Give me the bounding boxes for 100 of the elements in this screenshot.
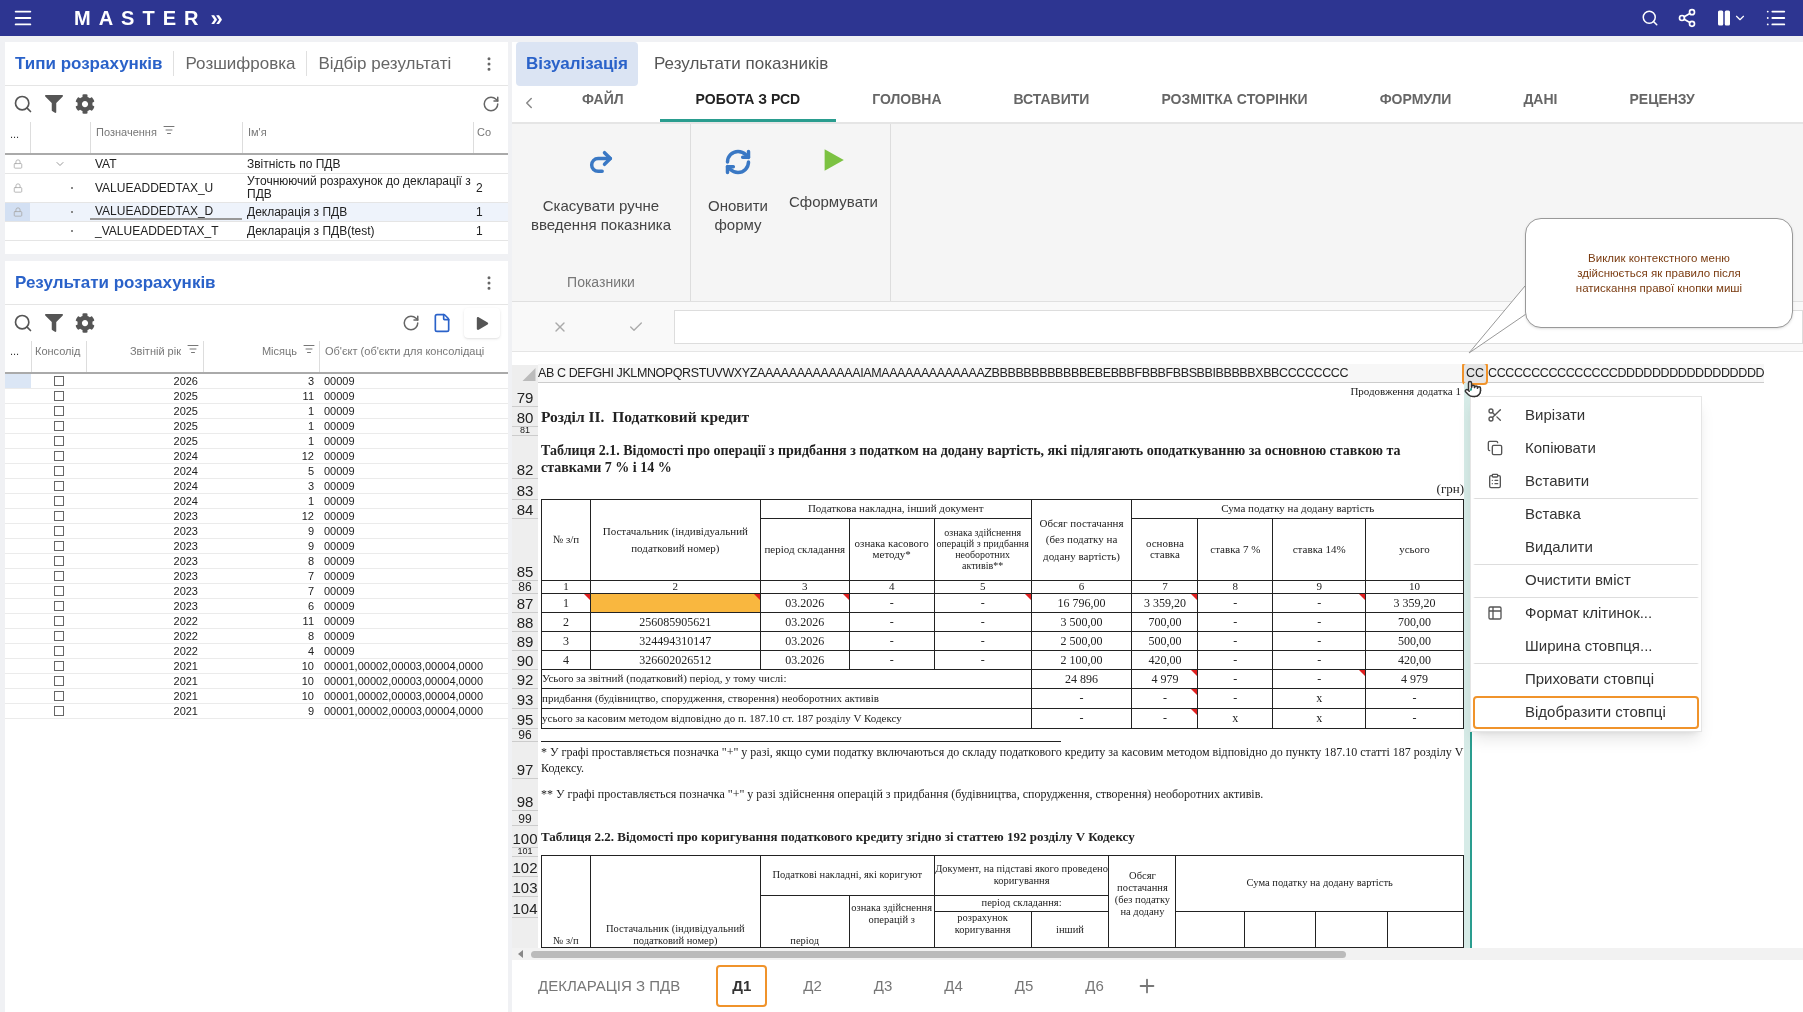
table-cell[interactable]: 500,00: [1365, 631, 1464, 651]
table-cell[interactable]: -: [1272, 631, 1366, 651]
table-cell[interactable]: 16 796,00: [1031, 593, 1132, 613]
checkbox[interactable]: [53, 706, 64, 716]
checkbox[interactable]: [53, 406, 64, 416]
table-cell[interactable]: 500,00: [1131, 631, 1198, 651]
horizontal-scrollbar[interactable]: [531, 950, 1346, 958]
table-cell[interactable]: 700,00: [1365, 612, 1464, 632]
row-number[interactable]: 82: [516, 461, 534, 478]
refresh-icon[interactable]: [482, 95, 500, 113]
row-number[interactable]: 90: [516, 652, 534, 669]
checkbox[interactable]: [53, 586, 64, 596]
settings-icon[interactable]: [75, 313, 95, 333]
table-row[interactable]: 2022 4 00009: [5, 644, 508, 659]
sheet-tab[interactable]: Д1: [716, 964, 768, 1008]
row-number[interactable]: 87: [516, 595, 534, 612]
ribbon-tab[interactable]: РЕЦЕНЗУ: [1593, 89, 1731, 122]
table-cell[interactable]: придбання (будівництво, спорудження, створення) необоротних активів: [541, 688, 1032, 709]
row-number[interactable]: 92: [516, 671, 534, 688]
expand-button[interactable]: »: [210, 1, 223, 35]
checkbox[interactable]: [53, 631, 64, 641]
sheet-tab[interactable]: ДЕКЛАРАЦІЯ З ПДВ: [522, 964, 697, 1008]
row-number[interactable]: 97: [516, 761, 534, 778]
row-number[interactable]: 98: [516, 793, 534, 810]
table-row[interactable]: 2024 1 00009: [5, 494, 508, 509]
table-cell[interactable]: 4: [541, 650, 591, 670]
table-cell[interactable]: x: [1272, 688, 1366, 709]
table-row[interactable]: 2024 5 00009: [5, 464, 508, 479]
checkbox[interactable]: [53, 556, 64, 566]
row-number[interactable]: 99: [518, 813, 532, 825]
table-cell[interactable]: -: [1131, 708, 1198, 729]
sheet-tab[interactable]: Д4: [928, 964, 979, 1008]
checkbox[interactable]: [53, 661, 64, 671]
view-tab[interactable]: Результати показників: [644, 42, 839, 86]
table-cell[interactable]: 420,00: [1365, 650, 1464, 670]
run-button[interactable]: [464, 308, 500, 338]
checkbox[interactable]: [53, 616, 64, 626]
row-number[interactable]: 103: [512, 879, 538, 896]
table-cell[interactable]: 700,00: [1131, 612, 1198, 632]
checkbox[interactable]: [53, 451, 64, 461]
filter-icon[interactable]: [45, 314, 63, 332]
column-header[interactable]: Місяць: [261, 343, 297, 372]
sort-icon[interactable]: [187, 343, 199, 355]
table-row[interactable]: 2023 9 00009: [5, 524, 508, 539]
table-cell[interactable]: x: [1272, 708, 1366, 729]
sort-icon[interactable]: [162, 124, 175, 136]
table-row[interactable]: 2021 9 00001,00002,00003,00004,0000: [5, 704, 508, 719]
ribbon-tab[interactable]: РОЗМІТКА СТОРІНКИ: [1125, 89, 1344, 122]
table-cell[interactable]: x: [1197, 708, 1273, 729]
ribbon-tab[interactable]: ФАЙЛ: [546, 89, 660, 122]
table-row[interactable]: 2023 6 00009: [5, 599, 508, 614]
file-icon[interactable]: [432, 313, 452, 333]
table-cell[interactable]: -: [849, 650, 935, 670]
table-row[interactable]: 2024 3 00009: [5, 479, 508, 494]
table-row[interactable]: 2021 10 00001,00002,00003,00004,0000: [5, 674, 508, 689]
refresh-icon[interactable]: [402, 314, 420, 332]
menu-item[interactable]: Очистити вміст: [1473, 564, 1699, 597]
sheet-tab[interactable]: Д6: [1069, 964, 1120, 1008]
table-cell[interactable]: -: [1197, 650, 1273, 670]
checkbox[interactable]: [53, 496, 64, 506]
row-number[interactable]: 104: [512, 900, 538, 917]
table-cell[interactable]: -: [1365, 708, 1464, 729]
checkbox[interactable]: [53, 466, 64, 476]
table-cell[interactable]: -: [934, 593, 1032, 613]
checkbox[interactable]: [53, 601, 64, 611]
menu-item[interactable]: Копіювати: [1473, 432, 1699, 465]
tree-row[interactable]: VALUEADDEDTAX_D Декларація з ПДВ 1: [5, 203, 508, 222]
ribbon-tab[interactable]: ВСТАВИТИ: [977, 89, 1126, 122]
ribbon-button[interactable]: Оновити форму: [701, 148, 775, 234]
table-cell[interactable]: 256085905621: [590, 612, 761, 632]
ribbon-button[interactable]: Сформувати: [787, 148, 880, 211]
table-cell[interactable]: 03.2026: [760, 631, 850, 651]
share-icon[interactable]: [1677, 8, 1697, 28]
menu-item[interactable]: Ширина стовпця...: [1473, 630, 1699, 663]
row-number[interactable]: 79: [516, 389, 534, 406]
row-number[interactable]: 88: [516, 614, 534, 631]
settings-icon[interactable]: [75, 94, 95, 114]
sort-icon[interactable]: [303, 343, 315, 355]
pause-dropdown[interactable]: [1715, 9, 1747, 27]
table-cell[interactable]: -: [1272, 593, 1366, 613]
table-row[interactable]: 2023 8 00009: [5, 554, 508, 569]
panel-tab[interactable]: Типи розрахунків: [15, 50, 163, 77]
search-icon[interactable]: [13, 313, 33, 333]
row-number[interactable]: 83: [516, 482, 534, 499]
row-number[interactable]: 85: [516, 563, 534, 580]
menu-item[interactable]: Відобразити стовпці: [1473, 696, 1699, 729]
table-cell[interactable]: -: [1272, 612, 1366, 632]
table-row[interactable]: 2025 11 00009: [5, 389, 508, 404]
sheet-tab[interactable]: Д5: [998, 964, 1050, 1008]
panel-tab[interactable]: Розшифровка: [185, 50, 296, 77]
filter-icon[interactable]: [45, 95, 63, 113]
row-number[interactable]: 89: [516, 633, 534, 650]
menu-item[interactable]: Видалити: [1473, 531, 1699, 564]
row-number[interactable]: 93: [516, 691, 534, 708]
menu-item[interactable]: Приховати стовпці: [1473, 663, 1699, 696]
table-cell[interactable]: 2 500,00: [1031, 631, 1132, 651]
checkbox[interactable]: [53, 481, 64, 491]
table-cell[interactable]: -: [1272, 669, 1366, 689]
checkbox[interactable]: [53, 526, 64, 536]
table-cell[interactable]: Усього за звітний (податковий) період, у тому числі:: [541, 669, 1032, 689]
